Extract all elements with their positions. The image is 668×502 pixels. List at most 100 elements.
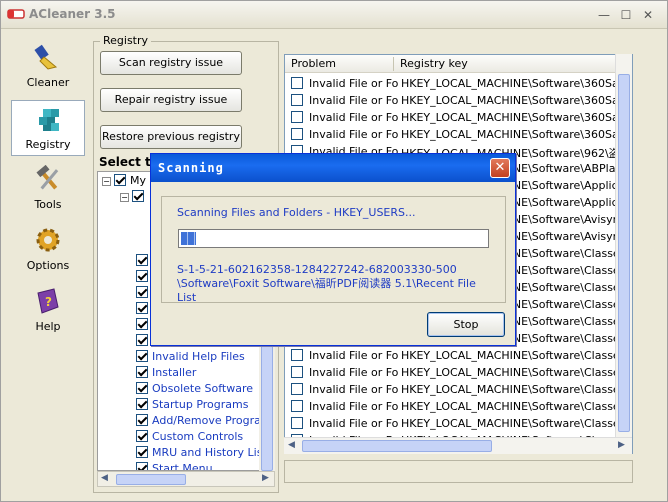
list-row[interactable]: Invalid File or Fol...HKEY_LOCAL_MACHINE… [289,415,633,432]
row-problem: Invalid File or Fol... [309,111,399,124]
tree-item-checkbox[interactable] [136,350,148,362]
nav-registry[interactable]: Registry [11,100,85,156]
row-checkbox[interactable] [291,94,303,106]
tree-item-label: Custom Controls [152,430,244,443]
row-registry-key: HKEY_LOCAL_MACHINE\Software\360Safe\sa [401,128,633,141]
tree-item-startup[interactable]: Startup Programs [136,398,248,414]
scroll-right-arrow-icon[interactable]: ▶ [618,440,625,450]
tree-subnode[interactable]: − [120,190,148,206]
tree-item-mru[interactable]: MRU and History Lists [136,446,272,462]
gear-icon [36,228,60,252]
stop-button[interactable]: Stop [427,312,505,337]
nav-tools[interactable]: Tools [11,161,85,217]
row-checkbox[interactable] [291,77,303,89]
tree-item-installer[interactable]: Installer [136,366,196,382]
tree-item-checkbox[interactable] [136,334,148,346]
list-header: Problem Registry key [285,55,632,73]
hammer-icon [36,165,59,190]
row-problem: Invalid File or Fol... [309,128,399,141]
scroll-left-arrow-icon[interactable]: ◀ [101,473,108,483]
tree-item-checkbox[interactable] [136,302,148,314]
tree-item-add-remove[interactable]: Add/Remove Program [136,414,272,430]
list-row[interactable]: Invalid File or Fol...HKEY_LOCAL_MACHINE… [289,109,632,126]
list-vertical-scrollbar[interactable] [615,54,632,454]
nav-help[interactable]: ? Help [11,283,85,339]
row-checkbox[interactable] [291,128,303,140]
nav-options[interactable]: Options [11,222,85,278]
tree-collapse-icon[interactable]: − [120,193,129,202]
tree-root-label: My [130,174,147,187]
row-problem: Invalid File or Fol... [309,400,399,413]
nav-cleaner[interactable]: Cleaner [11,39,85,95]
list-row[interactable]: Invalid File or Fol...HKEY_LOCAL_MACHINE… [289,75,632,92]
list-row[interactable]: Invalid File or Fol...HKEY_LOCAL_MACHINE… [289,92,632,109]
row-registry-key: HKEY_LOCAL_MACHINE\Software\Classes\CL [401,400,633,413]
tree-item-checkbox[interactable] [136,366,148,378]
scan-registry-label: Scan registry issue [118,56,224,69]
tree-root-checkbox[interactable] [114,174,126,186]
scroll-left-arrow-icon[interactable]: ◀ [288,440,295,450]
row-checkbox[interactable] [291,111,303,123]
title-bar[interactable]: ACleaner 3.5 — ☐ ✕ [1,1,667,29]
scroll-right-arrow-icon[interactable]: ▶ [262,473,269,483]
tree-item-start-menu[interactable]: Start Menu [136,462,213,471]
col-problem[interactable]: Problem [291,57,336,70]
tree-item-checkbox[interactable] [136,446,148,458]
list-hscroll-thumb[interactable] [302,440,492,452]
list-row[interactable]: Invalid File or Fol...HKEY_LOCAL_MACHINE… [289,364,632,381]
tree-item-obsolete[interactable]: Obsolete Software [136,382,253,398]
scan-status-text: Scanning Files and Folders - HKEY_USERS.… [177,206,416,219]
row-checkbox[interactable] [291,400,303,412]
col-registry-key[interactable]: Registry key [400,57,468,70]
scanning-dialog: Scanning ✕ Scanning Files and Folders - … [150,153,516,346]
list-row[interactable]: Invalid File or Fol...HKEY_LOCAL_MACHINE… [289,126,633,143]
broom-icon [34,44,58,70]
row-checkbox[interactable] [291,366,303,378]
tree-item-label: Obsolete Software [152,382,253,395]
registry-cubes-icon [39,109,59,131]
dialog-title: Scanning [158,161,224,175]
list-horizontal-scrollbar[interactable]: ◀ ▶ [284,437,632,454]
tree-item-checkbox[interactable] [136,254,148,266]
list-row[interactable]: Invalid File or Fol...HKEY_LOCAL_MACHINE… [289,398,633,415]
tree-root[interactable]: − My [102,174,146,190]
tree-item-custom-controls[interactable]: Custom Controls [136,430,243,446]
tree-horizontal-scrollbar[interactable]: ◀ ▶ [97,471,275,487]
tree-item-checkbox[interactable] [136,414,148,426]
maximize-button[interactable]: ☐ [619,8,633,22]
dialog-title-bar[interactable]: Scanning ✕ [151,154,515,182]
tree-item-checkbox[interactable] [136,462,148,470]
minimize-button[interactable]: — [597,8,611,22]
left-nav: Cleaner Registry Tools Options ? Help [7,35,89,497]
dialog-close-button[interactable]: ✕ [490,158,510,178]
scan-registry-button[interactable]: Scan registry issue [100,51,242,75]
row-checkbox[interactable] [291,417,303,429]
tree-item-checkbox[interactable] [136,270,148,282]
status-bar [284,460,633,483]
tree-item-checkbox[interactable] [136,318,148,330]
list-row[interactable]: Invalid File or Fol...HKEY_LOCAL_MACHINE… [289,347,632,364]
tree-subnode-checkbox[interactable] [132,190,144,202]
tree-item-checkbox[interactable] [136,398,148,410]
repair-registry-button[interactable]: Repair registry issue [100,88,242,112]
restore-registry-button[interactable]: Restore previous registry ... [100,125,242,165]
row-registry-key: HKEY_LOCAL_MACHINE\Software\Classes\CL [401,417,633,430]
nav-label-tools: Tools [34,198,62,211]
window-title: ACleaner 3.5 [29,7,116,21]
tree-hscroll-thumb[interactable] [116,474,186,485]
nav-label-registry: Registry [25,138,71,151]
tree-item-checkbox[interactable] [136,286,148,298]
row-checkbox[interactable] [291,349,303,361]
nav-label-options: Options [26,259,70,272]
tree-collapse-icon[interactable]: − [102,177,111,186]
close-button[interactable]: ✕ [641,8,655,22]
row-checkbox[interactable] [291,383,303,395]
tree-item-checkbox[interactable] [136,430,148,442]
scan-progress-bar [178,229,489,248]
col-separator[interactable] [393,57,394,71]
list-row[interactable]: Invalid File or Fol...HKEY_LOCAL_MACHINE… [289,381,632,398]
tree-item-label: Start Menu [152,462,213,471]
list-scroll-thumb[interactable] [618,74,630,432]
tree-item-checkbox[interactable] [136,382,148,394]
tree-item-invalid-help[interactable]: Invalid Help Files [136,350,245,366]
